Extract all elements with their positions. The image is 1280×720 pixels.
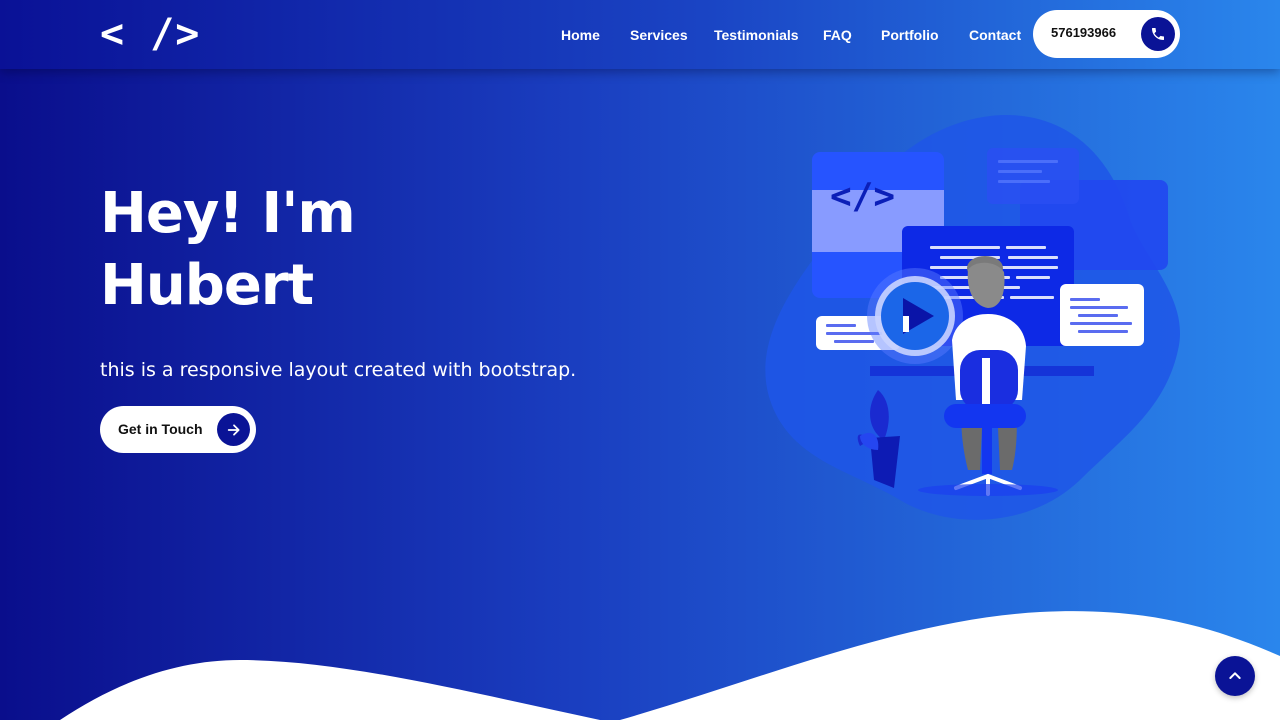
nav-testimonials[interactable]: Testimonials (714, 26, 799, 44)
panel-back-top (987, 148, 1079, 204)
chair-seat (944, 404, 1026, 428)
hero-illustration: </> (765, 115, 1181, 520)
hero-title-line-2: Hubert (100, 253, 314, 318)
chevron-up-icon (1229, 672, 1241, 679)
nav-services[interactable]: Services (630, 26, 688, 44)
hero-title-line-1: Hey! I'm (100, 181, 356, 246)
nav-faq[interactable]: FAQ (823, 26, 852, 44)
nav-home[interactable]: Home (561, 26, 600, 44)
scroll-to-top-button[interactable] (1215, 656, 1255, 696)
get-in-touch-button[interactable]: Get in Touch (100, 406, 256, 453)
phone-button[interactable]: 576193966 (1033, 10, 1180, 58)
hero-subtitle: this is a responsive layout created with… (100, 359, 577, 381)
cta-label: Get in Touch (118, 421, 203, 437)
arrow-right-icon (217, 413, 250, 446)
nav-contact[interactable]: Contact (969, 26, 1021, 44)
site-header: < /> Home Services Testimonials FAQ Port… (0, 0, 1280, 69)
nav-portfolio[interactable]: Portfolio (881, 26, 939, 44)
bottom-wave (0, 611, 1280, 720)
phone-number: 576193966 (1051, 25, 1117, 40)
phone-icon[interactable] (1141, 17, 1175, 51)
code-tag-icon: </> (830, 176, 895, 217)
hero-title: Hey! I'm Hubert (100, 178, 356, 322)
